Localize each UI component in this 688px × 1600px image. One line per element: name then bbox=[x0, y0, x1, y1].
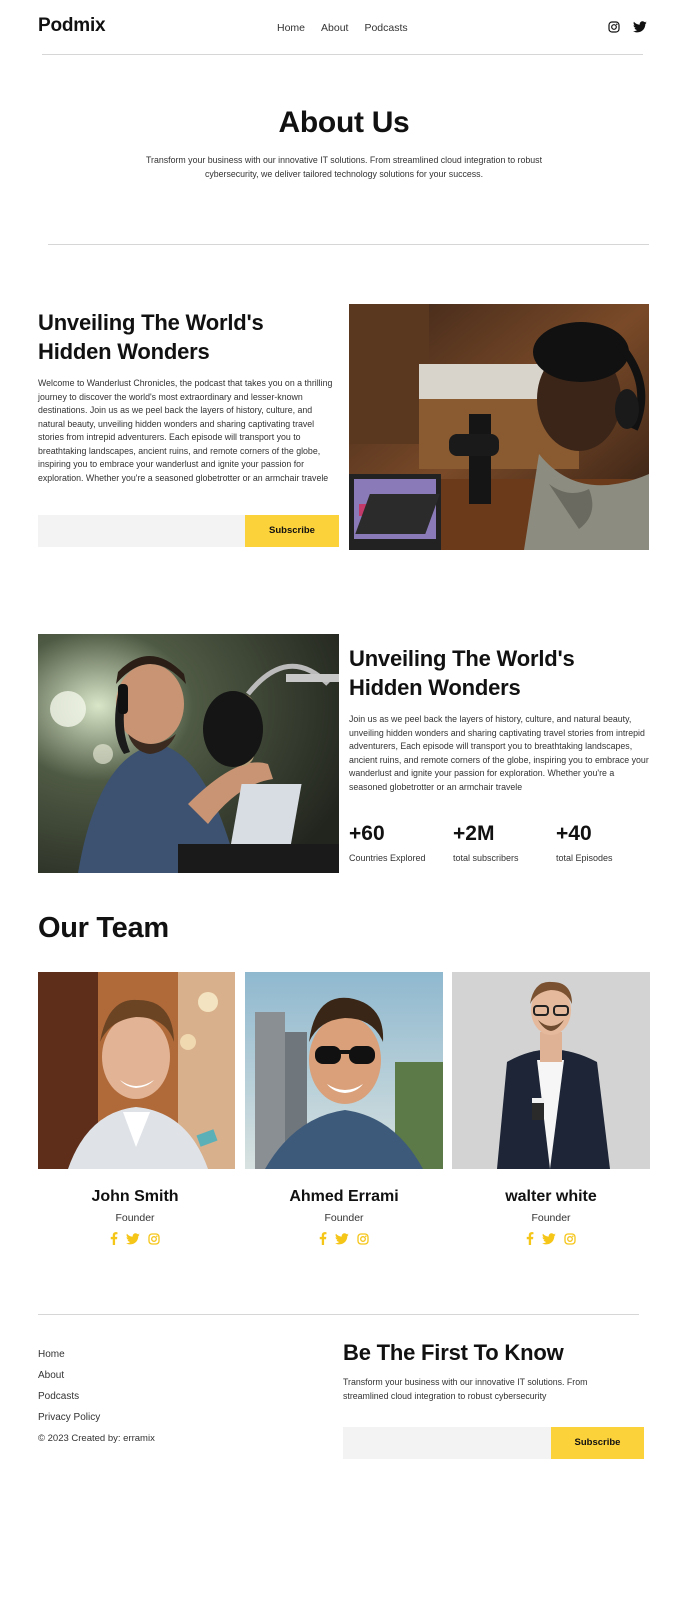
newsletter-email-input[interactable] bbox=[343, 1427, 551, 1459]
member-role: Founder bbox=[324, 1212, 364, 1224]
nav-links: Home About Podcasts bbox=[277, 22, 424, 34]
footer-link-home[interactable]: Home bbox=[38, 1349, 65, 1360]
twitter-icon[interactable] bbox=[633, 21, 647, 33]
instagram-icon[interactable] bbox=[357, 1232, 369, 1250]
stat-value: +2M bbox=[453, 822, 495, 845]
facebook-icon[interactable] bbox=[110, 1232, 118, 1250]
stat-label: total Episodes bbox=[556, 853, 613, 863]
member-name: walter white bbox=[505, 1188, 597, 1205]
team-photo-walter bbox=[452, 972, 650, 1169]
podcaster-photo-2 bbox=[38, 634, 339, 873]
footer-link-privacy[interactable]: Privacy Policy bbox=[38, 1412, 100, 1423]
member-socials bbox=[247, 1232, 441, 1250]
member-name: Ahmed Errami bbox=[289, 1188, 399, 1205]
email-input[interactable] bbox=[38, 515, 245, 547]
section2-body: Join us as we peel back the layers of hi… bbox=[349, 714, 649, 792]
member-role: Founder bbox=[531, 1212, 571, 1224]
stat-label: Countries Explored bbox=[349, 853, 426, 863]
about-divider bbox=[48, 244, 649, 245]
header-divider bbox=[42, 54, 643, 55]
newsletter-title: Be The First To Know bbox=[343, 1340, 564, 1365]
twitter-icon[interactable] bbox=[335, 1232, 349, 1250]
instagram-icon[interactable] bbox=[608, 21, 620, 33]
team-title: Our Team bbox=[38, 912, 169, 944]
stat-value: +60 bbox=[349, 822, 385, 845]
nav-link-about[interactable]: About bbox=[321, 22, 348, 34]
facebook-icon[interactable] bbox=[319, 1232, 327, 1250]
twitter-icon[interactable] bbox=[126, 1232, 140, 1250]
section1-body: Welcome to Wanderlust Chronicles, the po… bbox=[38, 378, 333, 483]
section1-title: Unveiling The World's Hidden Wonders bbox=[38, 310, 264, 364]
member-socials bbox=[454, 1232, 648, 1250]
team-photo-ahmed bbox=[245, 972, 443, 1169]
nav-social-icons bbox=[608, 21, 647, 33]
footer-link-podcasts[interactable]: Podcasts bbox=[38, 1391, 79, 1402]
stat-value: +40 bbox=[556, 822, 592, 845]
member-socials bbox=[38, 1232, 232, 1250]
nav-link-home[interactable]: Home bbox=[277, 22, 305, 34]
stat-label: total subscribers bbox=[453, 853, 519, 863]
footer-divider bbox=[38, 1314, 639, 1315]
copyright: © 2023 Created by: erramix bbox=[38, 1433, 155, 1444]
newsletter-subscribe-button[interactable]: Subscribe bbox=[551, 1427, 644, 1459]
twitter-icon[interactable] bbox=[542, 1232, 556, 1250]
nav-link-podcasts[interactable]: Podcasts bbox=[364, 22, 407, 34]
instagram-icon[interactable] bbox=[148, 1232, 160, 1250]
team-photo-john bbox=[38, 972, 235, 1169]
footer-link-about[interactable]: About bbox=[38, 1370, 64, 1381]
section2-title: Unveiling The World's Hidden Wonders bbox=[349, 646, 575, 700]
top-nav: Podmix Home About Podcasts bbox=[0, 0, 688, 56]
logo[interactable]: Podmix bbox=[38, 15, 106, 37]
facebook-icon[interactable] bbox=[526, 1232, 534, 1250]
subscribe-button[interactable]: Subscribe bbox=[245, 515, 339, 547]
instagram-icon[interactable] bbox=[564, 1232, 576, 1250]
about-subtitle: Transform your business with our innovat… bbox=[145, 155, 543, 179]
newsletter-subtitle: Transform your business with our innovat… bbox=[343, 1377, 588, 1401]
member-role: Founder bbox=[115, 1212, 155, 1224]
podcaster-photo bbox=[349, 304, 649, 550]
about-title: About Us bbox=[278, 106, 410, 139]
member-name: John Smith bbox=[91, 1188, 179, 1205]
